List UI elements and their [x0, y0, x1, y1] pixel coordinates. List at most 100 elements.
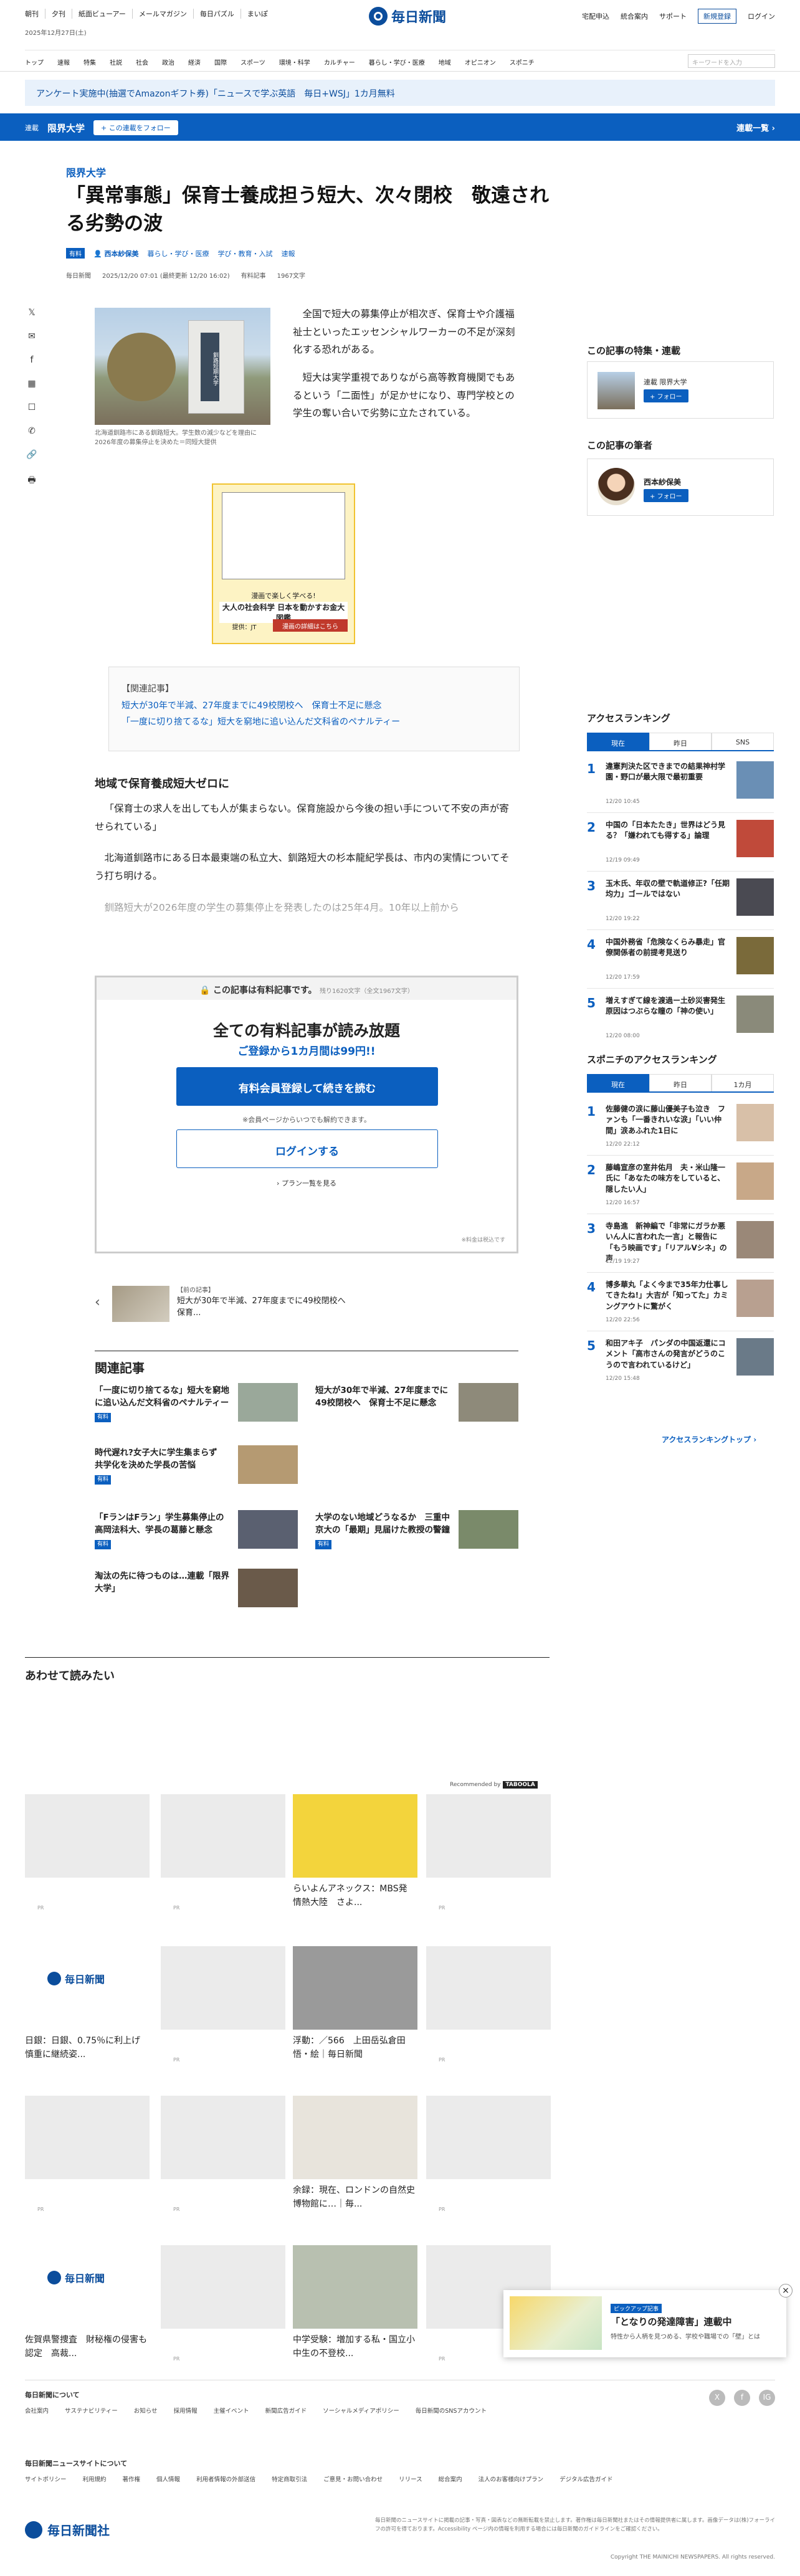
article-photo[interactable]: 釧路短期大学	[95, 308, 270, 425]
tag-link[interactable]: 暮らし・学び・医療	[148, 249, 209, 259]
recommend-card[interactable]: らいよんアネックス：MBS発 情熱大陸 さよ...	[293, 1794, 417, 1925]
footer-link[interactable]: 特定商取引法	[272, 2474, 307, 2483]
tag-link[interactable]: 速報	[282, 249, 295, 259]
nav-item[interactable]: 特集	[83, 57, 96, 67]
recommend-card[interactable]: PR	[426, 2096, 551, 2227]
instagram-icon[interactable]: IG	[759, 2390, 775, 2406]
util-link[interactable]: メールマガジン	[133, 9, 194, 19]
feature-follow-button[interactable]: + フォロー	[644, 389, 688, 402]
series-list-link[interactable]: 連載一覧 ›	[736, 121, 775, 133]
author-link[interactable]: 👤 西本紗保美	[93, 249, 139, 259]
promo-banner[interactable]: アンケート実施中(抽選でAmazonギフト券)「ニュースで学ぶ英語 毎日+WSJ…	[25, 80, 775, 106]
plans-link[interactable]: › プラン一覧を見る	[97, 1178, 517, 1188]
recommend-card[interactable]: 中学受験：増加する私・国立小中生の不登校...	[293, 2245, 417, 2376]
nav-item[interactable]: 経済	[188, 57, 201, 67]
util-link[interactable]: まいぽ	[241, 9, 274, 19]
related-item[interactable]: 短大が30年で半減、27年度までに49校閉校へ 保育士不足に懸念	[315, 1381, 518, 1432]
x-icon[interactable]: X	[709, 2390, 725, 2406]
footer-link[interactable]: 利用規約	[83, 2474, 107, 2483]
nav-item[interactable]: 政治	[162, 57, 174, 67]
ranking-item[interactable]: 4 中国外務省「危険なくらみ暴走」官僚関係者の前提考見送り 12/20 17:59	[587, 934, 774, 984]
related-item[interactable]: 「FランはFラン」学生募集停止の高岡法科大、学長の葛藤と懸念 有料	[95, 1508, 298, 1559]
footer-link[interactable]: お知らせ	[134, 2406, 158, 2415]
recommend-card[interactable]: PR	[426, 1794, 551, 1925]
tab-month[interactable]: 1カ月	[712, 1074, 774, 1091]
ranking-item[interactable]: 1 佐藤健の涙に藤山優美子も泣き ファンも「一番きれいな涙」「いい仲間」涙あふれた…	[587, 1101, 774, 1151]
recommend-card[interactable]: PR	[25, 2096, 150, 2227]
bookmark-icon[interactable]: ☐	[26, 402, 37, 414]
nav-item[interactable]: 速報	[57, 57, 70, 67]
ranking-item[interactable]: 5 増えすぎて線を渡過ー土砂災害発生 原因はつぶらな瞳の「神の使い」 12/20 0…	[587, 993, 774, 1043]
ranking-item[interactable]: 2 藤嶋宣彦の室井佑月 夫・米山隆一氏に「あなたの味方をしていると、隠したい人」 1…	[587, 1160, 774, 1210]
nav-item[interactable]: 国際	[214, 57, 227, 67]
tab-now[interactable]: 現在	[587, 1074, 649, 1091]
login-link[interactable]: ログイン	[748, 11, 775, 21]
inline-ad[interactable]: 漫画で楽しく学べる! 大人の社会科学 日本を動かすお金大図鑑 提供：JT 漫画の…	[212, 483, 355, 644]
related-item[interactable]: 大学のない地域どうなるか 三重中京大の「最期」見届けた教授の警鐘 有料	[315, 1508, 518, 1559]
related-item[interactable]: 淘汰の先に待つものは…連載「限界大学」	[95, 1566, 298, 1617]
feature-card[interactable]: 連載 限界大学 + フォロー	[587, 361, 774, 419]
footer-link[interactable]: ソーシャルメディアポリシー	[323, 2406, 399, 2415]
recommend-card[interactable]: 余録：現在、ロンドンの自然史博物館に…｜毎...	[293, 2096, 417, 2227]
hatena-icon[interactable]: ▦	[26, 379, 37, 390]
util-right-link[interactable]: 宅配申込	[582, 11, 609, 21]
author-follow-button[interactable]: + フォロー	[644, 489, 688, 502]
subscribe-button[interactable]: 有料会員登録して続きを読む	[176, 1067, 438, 1106]
ranking-item[interactable]: 2 中国の「日本たたき」世界はどう見る？「嫌われても得する」論理 12/19 09:…	[587, 817, 774, 867]
comment-icon[interactable]: ✉	[26, 331, 37, 343]
util-link[interactable]: 毎日パズル	[194, 9, 241, 19]
util-link[interactable]: 夕刊	[45, 9, 72, 19]
footer-link[interactable]: デジタル広告ガイド	[560, 2474, 612, 2483]
nav-item[interactable]: 暮らし・学び・医療	[369, 57, 425, 67]
util-link[interactable]: 朝刊	[25, 9, 45, 19]
ranking-item[interactable]: 3 玉木氏、年収の壁で軌道修正?「任期均力」ゴールではない 12/20 19:22	[587, 876, 774, 926]
nav-item[interactable]: 環境・科学	[279, 57, 310, 67]
footer-link[interactable]: 新聞広告ガイド	[265, 2406, 307, 2415]
author-card[interactable]: 西本紗保美 + フォロー	[587, 459, 774, 516]
ranking-item[interactable]: 1 違憲判決た区できまでの結果神村学園・野口が最大限で最初重要 12/20 10:4…	[587, 759, 774, 809]
footer-link[interactable]: サイトポリシー	[25, 2474, 67, 2483]
nav-item[interactable]: 社説	[110, 57, 122, 67]
related-item[interactable]: 時代遅れ?女子大に学生集まらず 共学化を決めた学長の苦悩 有料	[95, 1443, 298, 1494]
ranking-item[interactable]: 4 博多華丸「よく今まで35年力仕事してきたね!」大吉が「知ってた」カミングアウト…	[587, 1277, 774, 1327]
prev-article[interactable]: ‹ 【前の記事】 短大が30年で半減、27年度までに49校閉校へ 保育...	[95, 1283, 356, 1324]
footer-link[interactable]: 採用情報	[174, 2406, 198, 2415]
recommend-brand[interactable]: TABOOLA	[503, 1781, 538, 1789]
footer-link[interactable]: 毎日新聞のSNSアカウント	[416, 2406, 487, 2415]
recommend-card[interactable]: PR	[25, 1794, 150, 1925]
nav-item[interactable]: オピニオン	[465, 57, 496, 67]
print-icon[interactable]: 🖶	[26, 473, 37, 485]
ranking-item[interactable]: 5 和田アキ子 パンダの中国返還にコメント「高市さんの発言がどうのこうので言われて…	[587, 1336, 774, 1385]
tab-yesterday[interactable]: 昨日	[649, 1074, 712, 1091]
recommend-card[interactable]: PR	[161, 1794, 285, 1925]
tab-now[interactable]: 現在	[587, 733, 649, 750]
x-share-icon[interactable]: 𝕏	[26, 308, 37, 319]
nav-item[interactable]: トップ	[25, 57, 44, 67]
footer-link[interactable]: 主催イベント	[214, 2406, 249, 2415]
related-item[interactable]: 「一度に切り捨てるな」短大を窮地に追い込んだ文科省のペナルティー 有料	[95, 1381, 298, 1432]
footer-link[interactable]: 著作権	[123, 2474, 141, 2483]
pickup-toast[interactable]: ピックアップ記事 「となりの発達障害」連載中 特性から人柄を見つめる、学校や職場…	[503, 2284, 793, 2357]
footer-link[interactable]: サステナビリティー	[65, 2406, 118, 2415]
tag-link[interactable]: 学び・教育・入試	[218, 249, 273, 259]
footer-link[interactable]: 総合案内	[439, 2474, 462, 2483]
paywall-login-button[interactable]: ログインする	[176, 1129, 438, 1168]
related-box-link[interactable]: 「一度に切り捨てるな」短大を窮地に追い込んだ文科省のペナルティー	[121, 714, 507, 731]
nav-item[interactable]: 地域	[439, 57, 451, 67]
recommend-card[interactable]: 毎日新聞 日銀：日銀、0.75％に利上げ 慎重に継続姿...	[25, 1946, 150, 2077]
footer-link[interactable]: 法人のお客様向けプラン	[479, 2474, 544, 2483]
footer-link[interactable]: リリース	[399, 2474, 422, 2483]
recommend-card[interactable]: PR	[161, 1946, 285, 2077]
tab-yesterday[interactable]: 昨日	[649, 733, 712, 750]
chevron-left-icon[interactable]: ‹	[95, 1295, 100, 1310]
follow-series-button[interactable]: + この連載をフォロー	[93, 120, 178, 135]
search-input[interactable]: キーワードを入力	[688, 54, 775, 68]
footer-link[interactable]: ご意見・お問い合わせ	[323, 2474, 383, 2483]
tab-sns[interactable]: SNS	[712, 733, 774, 750]
footer-link[interactable]: 個人情報	[156, 2474, 180, 2483]
facebook-icon[interactable]: f	[734, 2390, 750, 2406]
ranking-top-link[interactable]: アクセスランキングトップ ›	[662, 1434, 756, 1445]
nav-item[interactable]: 社会	[136, 57, 148, 67]
link-icon[interactable]: 🔗	[26, 450, 37, 461]
recommend-card[interactable]: 毎日新聞 佐賀県警捜査 財秘権の侵害も認定 高裁...	[25, 2245, 150, 2376]
